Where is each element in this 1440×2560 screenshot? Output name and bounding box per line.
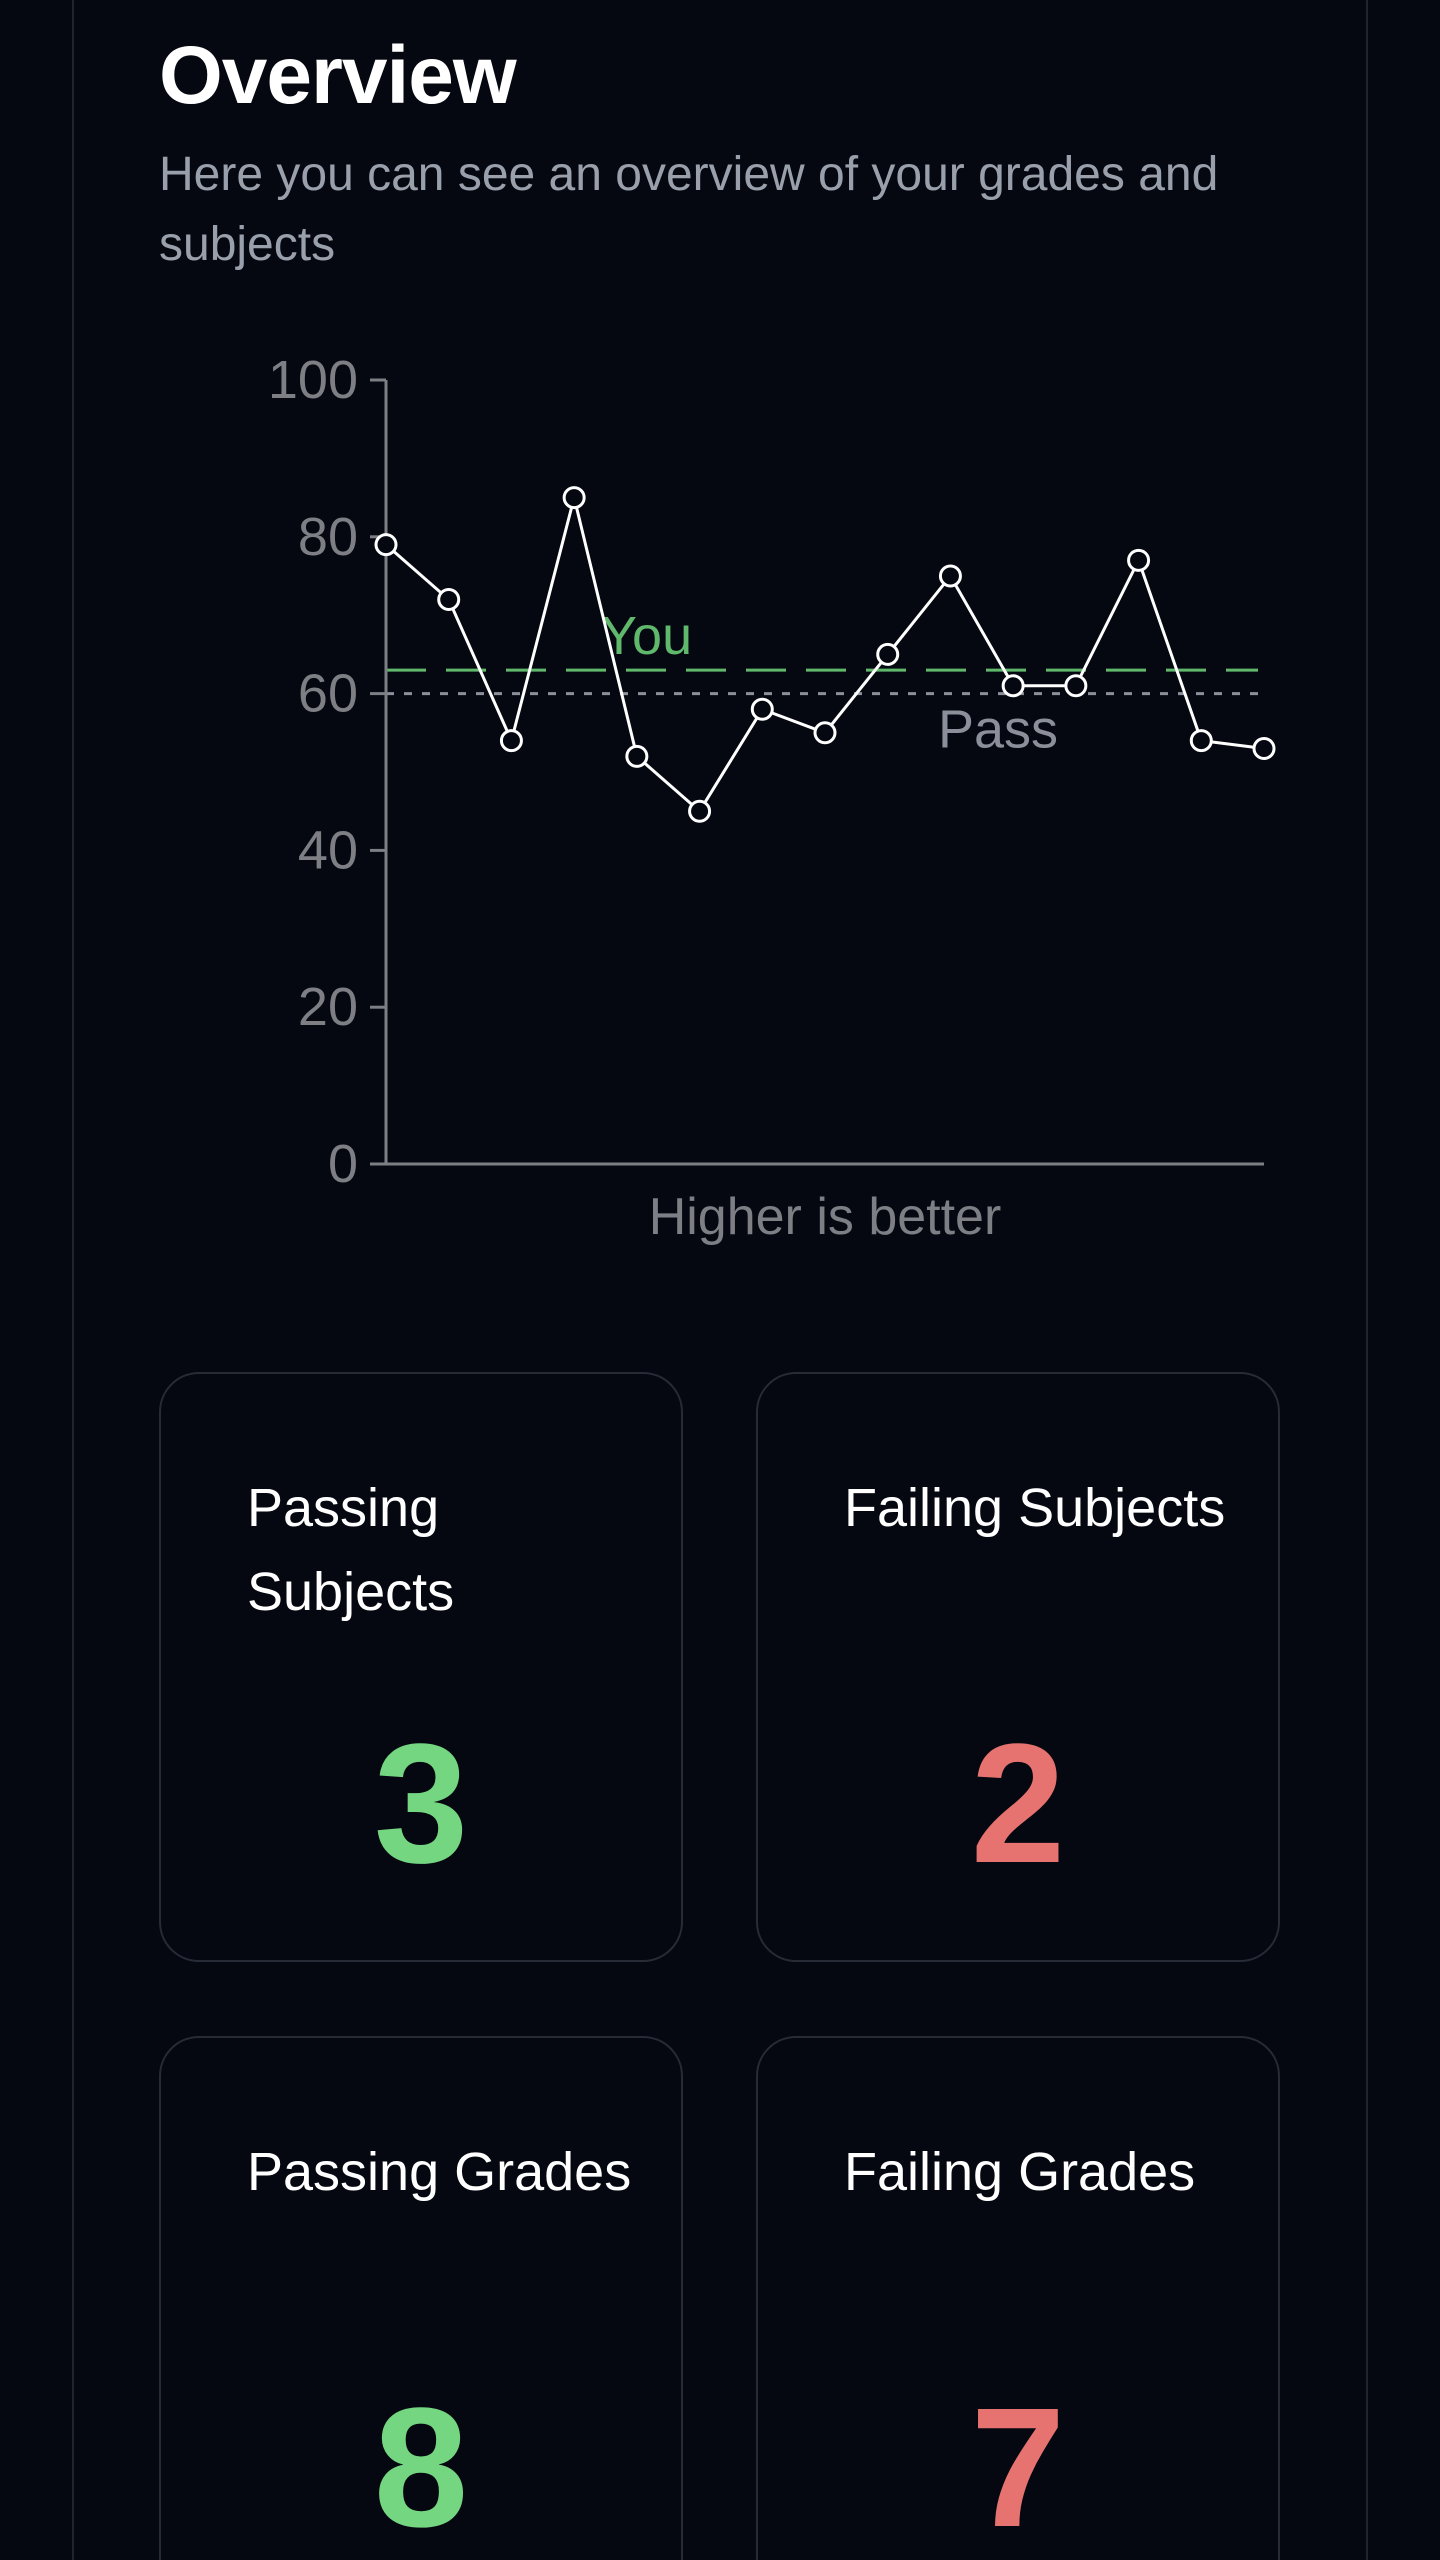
grade-point [1189, 729, 1213, 753]
grade-point [437, 588, 461, 612]
passing-grades-label: Passing Grades [247, 2142, 632, 2202]
passing-subjects-card: Passing Subjects 3 [159, 1372, 683, 1962]
y-tick-label: 20 [298, 977, 358, 1037]
reference-label-pass: Pass [938, 700, 1058, 760]
grade-point [1001, 674, 1025, 698]
passing-subjects-value: 3 [373, 1709, 469, 1899]
y-tick-label: 80 [298, 507, 358, 567]
y-tick-label: 40 [298, 820, 358, 880]
passing-subjects-label: Passing Subjects [247, 1478, 455, 1622]
grade-point [499, 729, 523, 753]
failing-grades-card: Failing Grades 7 [756, 2036, 1280, 2560]
grade-line [385, 497, 1265, 814]
passing-grades-card: Passing Grades 8 [159, 2036, 683, 2560]
y-tick-label: 100 [268, 350, 358, 410]
grade-point [1252, 736, 1276, 760]
failing-subjects-label: Failing Subjects [844, 1478, 1226, 1538]
passing-grades-value: 8 [373, 2373, 469, 2560]
grade-point [562, 486, 586, 510]
grades-line-chart: You Pass 0 20 40 60 80 100 Higher is better [268, 350, 1276, 1246]
failing-subjects-value: 2 [970, 1709, 1066, 1899]
grade-point [813, 721, 837, 745]
failing-grades-label: Failing Grades [844, 2142, 1196, 2202]
failing-subjects-card: Failing Subjects 2 [756, 1372, 1280, 1962]
failing-grades-value: 7 [970, 2373, 1066, 2560]
grade-point [938, 564, 962, 588]
grade-point [750, 697, 774, 721]
grade-point [625, 744, 649, 768]
grade-series [374, 486, 1276, 823]
x-axis-label: Higher is better [649, 1188, 1002, 1246]
grade-point [1127, 548, 1151, 572]
grade-point [1064, 674, 1088, 698]
chart-axes: 0 20 40 60 80 100 [268, 350, 1264, 1194]
y-tick-label: 0 [328, 1134, 358, 1194]
grade-point [374, 533, 398, 557]
reference-label-you: You [601, 606, 692, 666]
grade-point [876, 642, 900, 666]
grade-point [688, 799, 712, 823]
y-tick-label: 60 [298, 664, 358, 724]
